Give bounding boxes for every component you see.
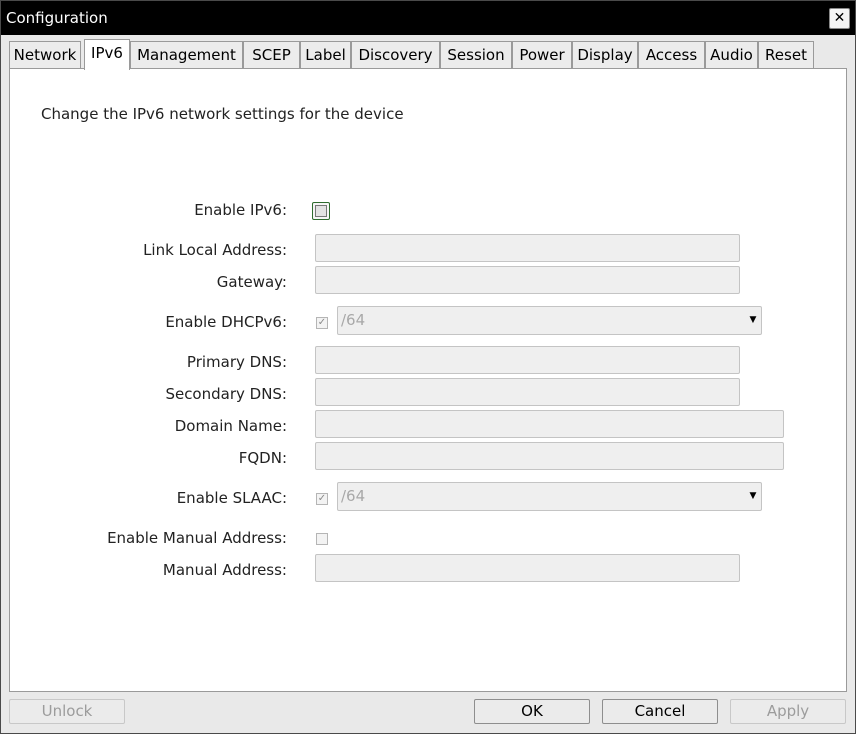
enable-ipv6-label: Enable IPv6: xyxy=(194,201,287,219)
link-local-address-field[interactable] xyxy=(315,234,740,262)
tab-power[interactable]: Power xyxy=(512,41,572,69)
enable-slaac-label: Enable SLAAC: xyxy=(176,489,287,507)
fqdn-label: FQDN: xyxy=(238,449,287,467)
apply-button[interactable]: Apply xyxy=(730,699,846,724)
window-title: Configuration xyxy=(6,9,108,27)
unlock-button[interactable]: Unlock xyxy=(9,699,125,724)
tab-access[interactable]: Access xyxy=(638,41,705,69)
secondary-dns-label: Secondary DNS: xyxy=(165,385,287,403)
manual-address-label: Manual Address: xyxy=(162,561,287,579)
enable-dhcpv6-label: Enable DHCPv6: xyxy=(165,313,287,331)
chevron-down-icon[interactable]: ▼ xyxy=(745,483,761,510)
configuration-dialog: Configuration ✕ Network IPv6 Management … xyxy=(0,0,856,734)
enable-ipv6-checkbox[interactable] xyxy=(312,202,330,220)
tab-network[interactable]: Network xyxy=(9,41,81,69)
tab-display[interactable]: Display xyxy=(572,41,638,69)
enable-dhcpv6-checkbox[interactable]: ✓ xyxy=(316,317,328,329)
cancel-button[interactable]: Cancel xyxy=(602,699,718,724)
secondary-dns-field[interactable] xyxy=(315,378,740,406)
checkbox-box-icon xyxy=(315,205,327,217)
fqdn-field[interactable] xyxy=(315,442,784,470)
gateway-field[interactable] xyxy=(315,266,740,294)
primary-dns-label: Primary DNS: xyxy=(186,353,287,371)
tab-label[interactable]: Label xyxy=(300,41,351,69)
manual-address-field[interactable] xyxy=(315,554,740,582)
enable-manual-address-label: Enable Manual Address: xyxy=(107,529,287,547)
domain-name-label: Domain Name: xyxy=(174,417,287,435)
chevron-down-icon[interactable]: ▼ xyxy=(745,307,761,334)
link-local-address-label: Link Local Address: xyxy=(143,241,287,259)
close-icon: ✕ xyxy=(833,10,846,26)
domain-name-field[interactable] xyxy=(315,410,784,438)
ok-button[interactable]: OK xyxy=(474,699,590,724)
dhcpv6-prefix-value: /64 xyxy=(341,311,366,329)
slaac-prefix-value: /64 xyxy=(341,487,366,505)
slaac-prefix-select[interactable]: /64 ▼ xyxy=(337,482,762,511)
checkmark-icon: ✓ xyxy=(317,493,327,504)
tab-scep[interactable]: SCEP xyxy=(243,41,300,69)
enable-slaac-checkbox[interactable]: ✓ xyxy=(316,493,328,505)
enable-manual-address-checkbox[interactable] xyxy=(316,533,328,545)
tab-reset[interactable]: Reset xyxy=(758,41,814,69)
dhcpv6-prefix-select[interactable]: /64 ▼ xyxy=(337,306,762,335)
tab-ipv6[interactable]: IPv6 xyxy=(84,39,130,70)
title-bar: Configuration ✕ xyxy=(1,1,855,35)
tab-management[interactable]: Management xyxy=(130,41,243,69)
primary-dns-field[interactable] xyxy=(315,346,740,374)
panel-description: Change the IPv6 network settings for the… xyxy=(41,105,404,123)
gateway-label: Gateway: xyxy=(216,273,287,291)
tab-audio[interactable]: Audio xyxy=(705,41,758,69)
close-button[interactable]: ✕ xyxy=(829,8,850,29)
tab-discovery[interactable]: Discovery xyxy=(351,41,440,69)
checkmark-icon: ✓ xyxy=(317,317,327,328)
tab-session[interactable]: Session xyxy=(440,41,512,69)
ipv6-settings-panel: Change the IPv6 network settings for the… xyxy=(9,68,847,692)
